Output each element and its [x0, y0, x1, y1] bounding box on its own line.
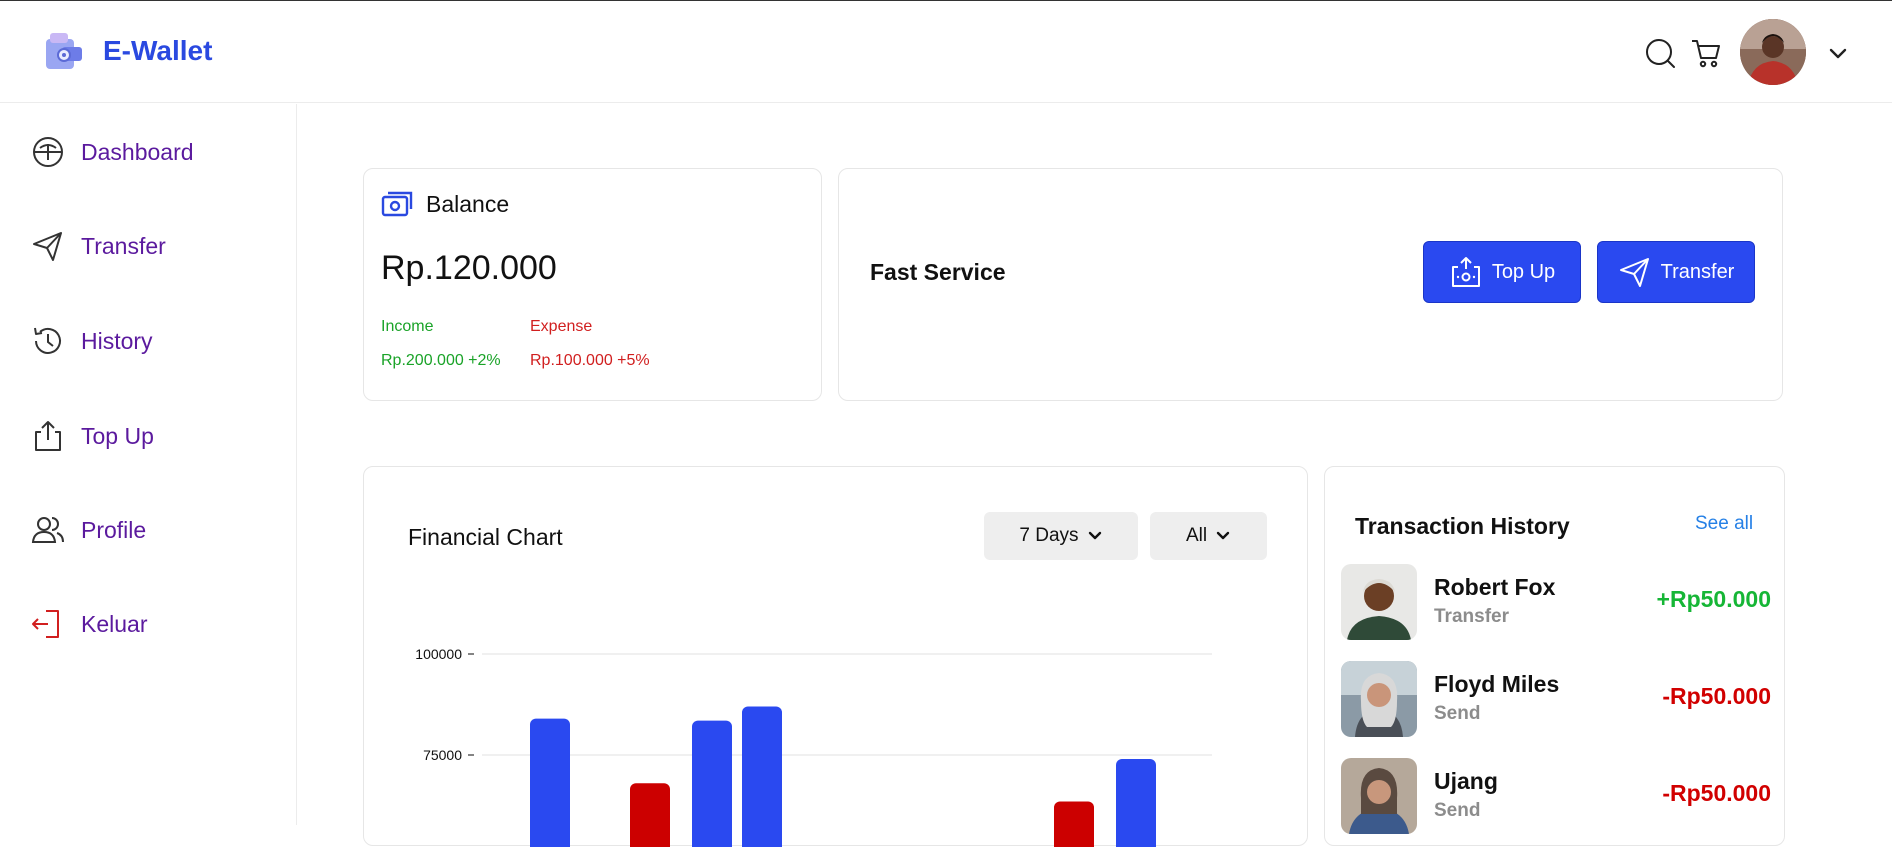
top-header: E-Wallet [0, 1, 1892, 103]
sidebar-item-label: Profile [81, 516, 147, 543]
transaction-type: Transfer [1434, 606, 1509, 627]
transaction-name: Ujang [1434, 768, 1498, 794]
dashboard-icon [33, 137, 63, 167]
sidebar-item-keluar[interactable]: Keluar [30, 604, 280, 644]
financial-chart-card: 75000 100000 Financial Chart 7 Days All [363, 466, 1308, 847]
sidebar-item-history[interactable]: History [30, 321, 280, 361]
avatar [1341, 661, 1417, 737]
sidebar-item-dashboard[interactable]: Dashboard [30, 132, 280, 172]
transaction-name: Robert Fox [1434, 574, 1556, 600]
sidebar-item-label: Keluar [81, 610, 148, 637]
balance-amount: Rp.120.000 [381, 249, 557, 287]
sidebar-item-label: Dashboard [81, 138, 194, 165]
see-all-link[interactable]: See all [1695, 513, 1753, 535]
avatar [1341, 758, 1417, 834]
sidebar-item-label: Transfer [81, 232, 166, 259]
chevron-down-icon [1216, 531, 1230, 540]
logout-icon [32, 610, 59, 638]
chart-bar[interactable] [742, 706, 782, 847]
sidebar: Dashboard Transfer History Top Up Profil… [0, 104, 297, 825]
chart-bar[interactable] [1116, 759, 1156, 847]
transaction-type: Send [1434, 800, 1481, 821]
period-dropdown[interactable]: 7 Days [984, 512, 1138, 560]
transaction-row[interactable]: Ujang Send -Rp50.000 [1341, 758, 1771, 834]
topup-icon [1451, 257, 1480, 287]
y-tick-label: 75000 [423, 747, 462, 763]
balance-card: Balance Rp.120.000 Income Rp.200.000 +2%… [363, 168, 822, 401]
history-icon [34, 327, 61, 354]
sidebar-item-transfer[interactable]: Transfer [30, 226, 280, 266]
user-avatar[interactable] [1740, 19, 1806, 85]
chart-bar[interactable] [692, 720, 732, 847]
income-label: Income [381, 318, 434, 335]
transaction-name: Floyd Miles [1434, 671, 1560, 697]
chart-title: Financial Chart [408, 524, 563, 550]
expense-value: Rp.100.000 +5% [530, 352, 650, 369]
sidebar-item-topup[interactable]: Top Up [30, 416, 280, 456]
send-icon [1619, 258, 1649, 287]
topup-button-label: Top Up [1491, 260, 1556, 283]
transfer-button[interactable]: Transfer [1597, 241, 1755, 303]
transaction-type: Send [1434, 703, 1481, 724]
fast-service-title: Fast Service [870, 259, 1006, 285]
y-tick-label: 100000 [415, 646, 462, 662]
fast-service-card: Fast Service Top Up Transfer [838, 168, 1783, 401]
chevron-down-icon[interactable] [1826, 41, 1850, 65]
chart-bar[interactable] [630, 783, 670, 847]
topup-button[interactable]: Top Up [1423, 241, 1581, 303]
transaction-amount: -Rp50.000 [1662, 780, 1771, 806]
transaction-history-card: Transaction History See all Robert Fox T… [1324, 466, 1785, 846]
wallet-logo-icon [46, 33, 82, 69]
chevron-down-icon [1088, 531, 1101, 540]
period-value: 7 Days [1019, 525, 1079, 546]
transfer-button-label: Transfer [1660, 260, 1735, 283]
transaction-amount: +Rp50.000 [1656, 586, 1771, 612]
balance-title: Balance [426, 191, 510, 217]
users-icon [31, 517, 64, 543]
income-value: Rp.200.000 +2% [381, 352, 501, 369]
filter-value: All [1185, 525, 1208, 546]
chart-bar[interactable] [1054, 801, 1094, 847]
transaction-amount: -Rp50.000 [1662, 683, 1771, 709]
transaction-history-title: Transaction History [1355, 513, 1570, 539]
cart-icon[interactable] [1690, 37, 1722, 69]
transaction-row[interactable]: Floyd Miles Send -Rp50.000 [1341, 661, 1771, 737]
upload-icon [35, 421, 61, 451]
filter-dropdown[interactable]: All [1150, 512, 1267, 560]
sidebar-item-profile[interactable]: Profile [30, 510, 280, 550]
transaction-row[interactable]: Robert Fox Transfer +Rp50.000 [1341, 564, 1771, 640]
expense-label: Expense [530, 318, 593, 335]
avatar [1341, 564, 1417, 640]
sidebar-item-label: History [81, 327, 153, 354]
chart-bar[interactable] [530, 718, 570, 847]
sidebar-item-label: Top Up [81, 422, 154, 449]
money-icon [381, 191, 413, 217]
send-icon [33, 232, 62, 261]
brand-name[interactable]: E-Wallet [103, 35, 212, 67]
search-icon[interactable] [1644, 37, 1676, 69]
